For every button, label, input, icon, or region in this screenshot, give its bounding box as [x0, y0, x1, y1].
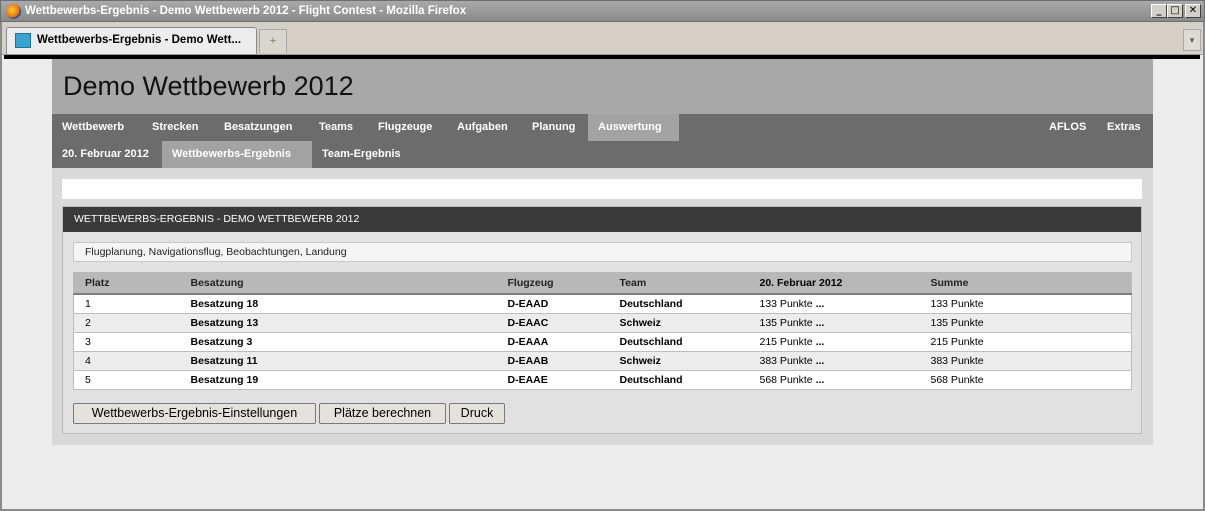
nav-item-planung[interactable]: Planung	[522, 114, 585, 141]
results-settings-button[interactable]: Wettbewerbs-Ergebnis-Einstellungen	[73, 403, 316, 424]
points-value: 568 Punkte	[759, 373, 813, 386]
cell-date-points: 133 Punkte ...	[748, 294, 920, 314]
minimize-button[interactable]: _	[1151, 4, 1167, 18]
nav-item-aufgaben[interactable]: Aufgaben	[447, 114, 518, 141]
nav-item-strecken[interactable]: Strecken	[142, 114, 208, 141]
cell-team: Deutschland	[608, 294, 749, 314]
cell-summe: 133 Punkte	[919, 294, 1132, 314]
cell-flugzeug: D-EAAA	[496, 332, 609, 352]
message-bar	[62, 179, 1142, 199]
table-row: 4 Besatzung 11 D-EAAB Schweiz 383 Punkte…	[73, 351, 1132, 371]
details-link[interactable]: ...	[816, 298, 825, 310]
print-button[interactable]: Druck	[449, 403, 505, 424]
task-info: Flugplanung, Navigationsflug, Beobachtun…	[73, 242, 1132, 262]
cell-flugzeug: D-EAAC	[496, 313, 609, 333]
table-row: 3 Besatzung 3 D-EAAA Deutschland 215 Pun…	[73, 332, 1132, 352]
table-row: 5 Besatzung 19 D-EAAE Deutschland 568 Pu…	[73, 370, 1132, 390]
cell-date-points: 568 Punkte ...	[748, 370, 920, 390]
browser-tab-strip: Wettbewerbs-Ergebnis - Demo Wett... + ▾	[0, 22, 1205, 55]
points-value: 133 Punkte	[759, 297, 813, 310]
cell-besatzung: Besatzung 18	[179, 294, 497, 314]
col-header-team: Team	[608, 272, 749, 295]
nav-item-flugzeuge[interactable]: Flugzeuge	[368, 114, 442, 141]
main-navigation: Wettbewerb Strecken Besatzungen Teams Fl…	[52, 114, 1153, 141]
cell-summe: 383 Punkte	[919, 351, 1132, 371]
cell-besatzung: Besatzung 13	[179, 313, 497, 333]
col-header-flugzeug: Flugzeug	[496, 272, 609, 295]
cell-besatzung: Besatzung 3	[179, 332, 497, 352]
cell-date-points: 135 Punkte ...	[748, 313, 920, 333]
cell-platz: 2	[73, 313, 180, 333]
browser-tab-active[interactable]: Wettbewerbs-Ergebnis - Demo Wett...	[6, 27, 257, 54]
nav-item-aflos[interactable]: AFLOS	[1039, 114, 1096, 141]
tab-title: Wettbewerbs-Ergebnis - Demo Wett...	[37, 34, 242, 46]
details-link[interactable]: ...	[816, 317, 825, 329]
results-panel-title: WETTBEWERBS-ERGEBNIS - DEMO WETTBEWERB 2…	[63, 207, 1141, 232]
sub-navigation: 20. Februar 2012 Wettbewerbs-Ergebnis Te…	[52, 141, 1153, 168]
points-value: 135 Punkte	[759, 316, 813, 329]
cell-platz: 5	[73, 370, 180, 390]
window-title: Wettbewerbs-Ergebnis - Demo Wettbewerb 2…	[25, 5, 467, 17]
maximize-button[interactable]: □	[1167, 4, 1183, 18]
cell-summe: 135 Punkte	[919, 313, 1132, 333]
close-window-button[interactable]: ✕	[1185, 4, 1201, 18]
cell-flugzeug: D-EAAD	[496, 294, 609, 314]
firefox-icon	[6, 4, 21, 19]
details-link[interactable]: ...	[816, 374, 825, 386]
favicon-icon	[15, 33, 31, 48]
tab-list-dropdown-icon[interactable]: ▾	[1183, 29, 1201, 51]
col-header-date[interactable]: 20. Februar 2012	[748, 272, 920, 295]
cell-platz: 1	[73, 294, 180, 314]
nav-item-wettbewerb[interactable]: Wettbewerb	[52, 114, 134, 141]
window-frame-left	[0, 22, 2, 511]
points-value: 215 Punkte	[759, 335, 813, 348]
new-tab-button[interactable]: +	[259, 29, 287, 53]
col-header-platz: Platz	[73, 272, 180, 295]
points-value: 383 Punkte	[759, 354, 813, 367]
table-row: 1 Besatzung 18 D-EAAD Deutschland 133 Pu…	[73, 294, 1132, 314]
cell-team: Schweiz	[608, 351, 749, 371]
details-link[interactable]: ...	[816, 355, 825, 367]
cell-team: Deutschland	[608, 370, 749, 390]
calculate-places-button[interactable]: Plätze berechnen	[319, 403, 446, 424]
nav-item-auswertung[interactable]: Auswertung	[588, 114, 679, 141]
subnav-item-team-ergebnis[interactable]: Team-Ergebnis	[312, 141, 411, 168]
cell-platz: 4	[73, 351, 180, 371]
cell-team: Schweiz	[608, 313, 749, 333]
cell-flugzeug: D-EAAE	[496, 370, 609, 390]
table-header-row: Platz Besatzung Flugzeug Team 20. Februa…	[73, 272, 1132, 295]
cell-besatzung: Besatzung 11	[179, 351, 497, 371]
cell-date-points: 215 Punkte ...	[748, 332, 920, 352]
cell-platz: 3	[73, 332, 180, 352]
page-banner: Demo Wettbewerb 2012	[52, 59, 1153, 114]
nav-item-extras[interactable]: Extras	[1097, 114, 1151, 141]
page-title: Demo Wettbewerb 2012	[63, 71, 354, 101]
results-panel: WETTBEWERBS-ERGEBNIS - DEMO WETTBEWERB 2…	[62, 206, 1142, 434]
cell-summe: 215 Punkte	[919, 332, 1132, 352]
page-container: Demo Wettbewerb 2012 Wettbewerb Strecken…	[52, 59, 1153, 445]
cell-flugzeug: D-EAAB	[496, 351, 609, 371]
window-title-bar: Wettbewerbs-Ergebnis - Demo Wettbewerb 2…	[0, 0, 1205, 22]
subnav-item-wettbewerbs-ergebnis[interactable]: Wettbewerbs-Ergebnis	[162, 141, 312, 168]
nav-item-besatzungen[interactable]: Besatzungen	[214, 114, 302, 141]
cell-team: Deutschland	[608, 332, 749, 352]
details-link[interactable]: ...	[816, 336, 825, 348]
results-table: Platz Besatzung Flugzeug Team 20. Februa…	[73, 272, 1132, 390]
col-header-besatzung: Besatzung	[179, 272, 497, 295]
cell-summe: 568 Punkte	[919, 370, 1132, 390]
cell-date-points: 383 Punkte ...	[748, 351, 920, 371]
table-row: 2 Besatzung 13 D-EAAC Schweiz 135 Punkte…	[73, 313, 1132, 333]
col-header-summe: Summe	[919, 272, 1132, 295]
nav-item-teams[interactable]: Teams	[309, 114, 363, 141]
subnav-item-date[interactable]: 20. Februar 2012	[52, 141, 159, 168]
cell-besatzung: Besatzung 19	[179, 370, 497, 390]
